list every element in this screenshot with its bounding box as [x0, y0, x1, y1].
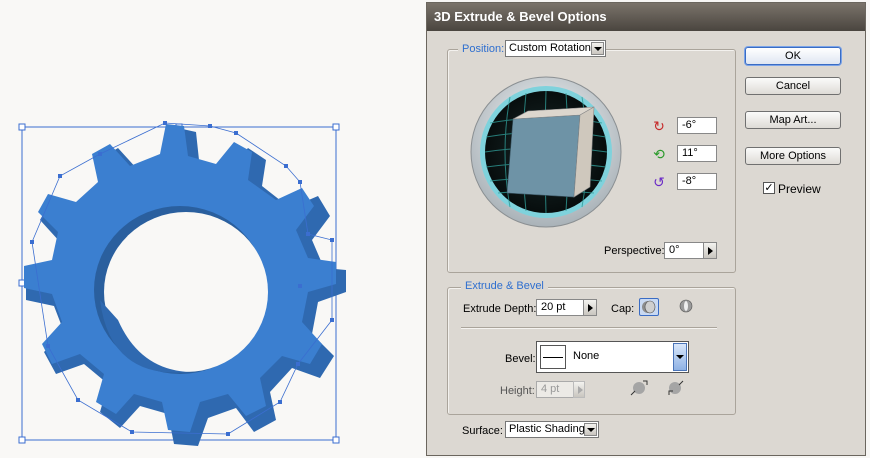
x-axis-rotation-icon: ↻ [653, 118, 665, 134]
bevel-out-icon[interactable] [629, 379, 649, 397]
map-art-button[interactable]: Map Art... [745, 111, 841, 129]
height-slider-button[interactable] [573, 381, 585, 398]
extrude-depth-slider-button[interactable] [583, 299, 597, 316]
extrude-bevel-dialog: 3D Extrude & Bevel Options Position: Cus… [426, 2, 866, 456]
bevel-select[interactable]: None [536, 341, 689, 373]
surface-label: Surface: [462, 425, 503, 437]
perspective-slider-button[interactable] [703, 242, 717, 259]
more-options-button[interactable]: More Options [745, 147, 841, 165]
bevel-label: Bevel: [505, 353, 536, 365]
cap-label: Cap: [611, 303, 635, 315]
rotation-trackball[interactable] [470, 73, 622, 231]
cap-on-icon[interactable] [639, 298, 659, 316]
rotation-cube [506, 106, 595, 198]
extrude-bevel-legend: Extrude & Bevel [461, 280, 548, 292]
position-legend: Position: [458, 43, 509, 55]
height-label: Height: [500, 385, 535, 397]
perspective-field[interactable]: 0° [664, 242, 704, 259]
y-axis-rotation-icon: ⟲ [653, 146, 665, 162]
position-select-value: Custom Rotation [509, 42, 591, 54]
artboard[interactable] [0, 0, 426, 458]
preview-label[interactable]: Preview [778, 182, 821, 196]
z-rotation-field[interactable]: -8° [677, 173, 717, 190]
bevel-profile-preview [540, 345, 566, 369]
cap-off-icon[interactable] [677, 298, 697, 316]
position-select[interactable]: Custom Rotation [505, 40, 606, 57]
chevron-down-icon [673, 343, 687, 371]
extrude-depth-label: Extrude Depth: [463, 303, 537, 315]
ok-button[interactable]: OK [745, 47, 841, 65]
y-rotation-field[interactable]: 11° [677, 145, 717, 162]
divider [461, 327, 717, 328]
x-rotation-field[interactable]: -6° [677, 117, 717, 134]
extrude-depth-field[interactable]: 20 pt [536, 299, 584, 316]
chevron-down-icon [591, 42, 604, 55]
bevel-in-icon[interactable] [665, 379, 685, 397]
gear-artwork[interactable] [0, 0, 426, 458]
surface-select-value: Plastic Shading [509, 423, 585, 435]
z-axis-rotation-icon: ↺ [653, 174, 665, 190]
bevel-select-value: None [573, 350, 600, 362]
perspective-label: Perspective: [604, 245, 665, 257]
dialog-title[interactable]: 3D Extrude & Bevel Options [427, 3, 865, 31]
cancel-button[interactable]: Cancel [745, 77, 841, 95]
surface-select[interactable]: Plastic Shading [505, 421, 599, 438]
preview-checkbox[interactable]: ✓ [763, 182, 775, 194]
chevron-down-icon [584, 423, 597, 436]
